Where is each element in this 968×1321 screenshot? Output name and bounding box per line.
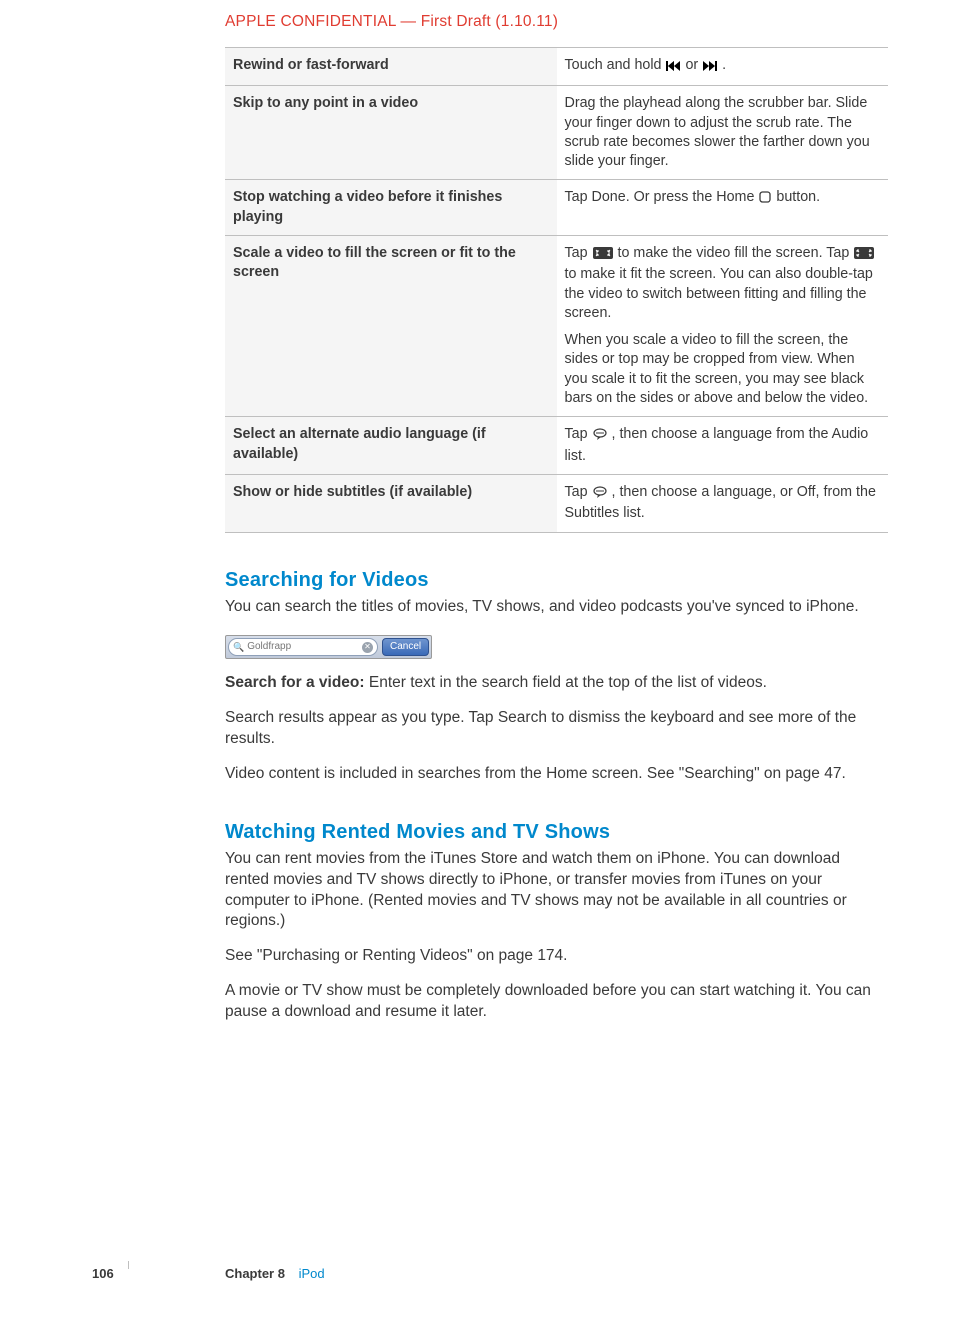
- desc-cell: Tap to make the video fill the screen. T…: [557, 236, 889, 417]
- action-cell: Skip to any point in a video: [225, 86, 557, 180]
- desc-cell: Tap , then choose a language, or Off, fr…: [557, 474, 889, 532]
- chapter-title: iPod: [299, 1266, 325, 1281]
- home-button-icon: [759, 190, 771, 209]
- search-field: 🔍 Goldfrapp ✕: [228, 638, 378, 656]
- cancel-button: Cancel: [382, 638, 429, 656]
- desc-cell: Drag the playhead along the scrubber bar…: [557, 86, 889, 180]
- text: Tap Done. Or press the Home: [565, 189, 759, 205]
- magnifier-icon: 🔍: [233, 641, 244, 653]
- text: , then choose a language, or Off, from t…: [565, 484, 876, 521]
- body-text: You can search the titles of movies, TV …: [225, 597, 888, 618]
- body-text: A movie or TV show must be completely do…: [225, 981, 888, 1023]
- text: .: [722, 57, 726, 73]
- page-number: 106: [92, 1265, 114, 1283]
- table-row: Show or hide subtitles (if available) Ta…: [225, 474, 888, 532]
- fit-screen-icon: [854, 246, 874, 265]
- confidential-header: APPLE CONFIDENTIAL — First Draft (1.10.1…: [225, 12, 888, 33]
- action-cell: Scale a video to fill the screen or fit …: [225, 236, 557, 417]
- action-cell: Stop watching a video before it finishes…: [225, 180, 557, 236]
- text: When you scale a video to fill the scree…: [565, 331, 879, 408]
- text: Tap: [565, 245, 592, 261]
- controls-table: Rewind or fast-forward Touch and hold or…: [225, 47, 888, 533]
- action-cell: Select an alternate audio language (if a…: [225, 417, 557, 475]
- desc-cell: Tap , then choose a language from the Au…: [557, 417, 889, 475]
- text: or: [685, 57, 702, 73]
- action-cell: Show or hide subtitles (if available): [225, 474, 557, 532]
- text: Drag the playhead along the scrubber bar…: [565, 94, 879, 171]
- desc-cell: Touch and hold or .: [557, 47, 889, 85]
- footer-divider: [128, 1261, 129, 1269]
- clear-icon: ✕: [362, 642, 373, 653]
- lead-label: Search for a video:: [225, 674, 369, 691]
- text: to make the video fill the screen. Tap: [618, 245, 854, 261]
- body-text: See "Purchasing or Renting Videos" on pa…: [225, 946, 888, 967]
- body-text: Search for a video: Enter text in the se…: [225, 673, 888, 694]
- body-text: Video content is included in searches fr…: [225, 764, 888, 785]
- action-cell: Rewind or fast-forward: [225, 47, 557, 85]
- chapter-label: Chapter 8: [225, 1266, 285, 1281]
- audio-language-icon: [593, 427, 607, 446]
- table-row: Rewind or fast-forward Touch and hold or…: [225, 47, 888, 85]
- subtitles-icon: [593, 485, 607, 504]
- text: to make it fit the screen. You can also …: [565, 266, 873, 321]
- document-page: APPLE CONFIDENTIAL — First Draft (1.10.1…: [0, 0, 968, 1321]
- text: Tap: [565, 484, 592, 500]
- text: Enter text in the search field at the to…: [369, 674, 767, 691]
- searching-heading: Searching for Videos: [225, 567, 888, 594]
- desc-cell: Tap Done. Or press the Home button.: [557, 180, 889, 236]
- search-bar-screenshot: 🔍 Goldfrapp ✕ Cancel: [225, 635, 432, 659]
- text: Tap: [565, 426, 592, 442]
- body-text: Search results appear as you type. Tap S…: [225, 708, 888, 750]
- rented-heading: Watching Rented Movies and TV Shows: [225, 819, 888, 846]
- table-row: Stop watching a video before it finishes…: [225, 180, 888, 236]
- text: button.: [776, 189, 820, 205]
- skip-back-icon: [666, 58, 680, 77]
- table-row: Skip to any point in a video Drag the pl…: [225, 86, 888, 180]
- table-row: Select an alternate audio language (if a…: [225, 417, 888, 475]
- search-text: Goldfrapp: [247, 640, 359, 654]
- body-text: You can rent movies from the iTunes Stor…: [225, 849, 888, 933]
- table-row: Scale a video to fill the screen or fit …: [225, 236, 888, 417]
- text: , then choose a language from the Audio …: [565, 426, 869, 463]
- skip-forward-icon: [703, 58, 717, 77]
- fill-screen-icon: [593, 246, 613, 265]
- text: Touch and hold: [565, 57, 666, 73]
